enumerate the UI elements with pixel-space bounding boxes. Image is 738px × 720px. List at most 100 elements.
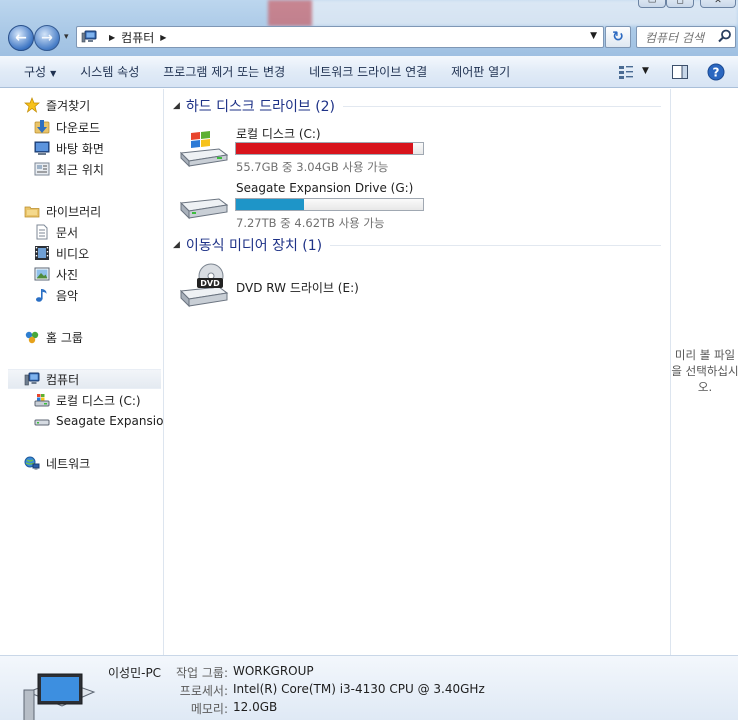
- homegroup-icon: [24, 329, 40, 345]
- breadcrumb-computer[interactable]: 컴퓨터: [121, 29, 154, 46]
- nav-downloads[interactable]: 다운로드: [34, 117, 100, 137]
- back-arrow-icon[interactable]: ←: [8, 25, 34, 51]
- computer-icon: [24, 371, 40, 387]
- view-dropdown-icon[interactable]: ▼: [642, 66, 649, 76]
- preview-pane-icon[interactable]: [671, 63, 689, 81]
- drive-usage-bar: [235, 142, 424, 155]
- chevron-down-icon: ▼: [50, 69, 57, 78]
- dvd-icon: DVD: [179, 263, 229, 308]
- nav-videos[interactable]: 비디오: [34, 243, 89, 263]
- nav-music[interactable]: 음악: [34, 285, 78, 305]
- nav-seagate-label: Seagate Expansion I: [56, 414, 164, 428]
- preview-placeholder: 미리 볼 파일을 선택하십시오.: [671, 348, 738, 394]
- nav-network-label: 네트워크: [46, 456, 91, 471]
- downloads-folder-icon: [34, 119, 50, 135]
- processor-value: Intel(R) Core(TM) i3-4130 CPU @ 3.40GHz: [233, 682, 485, 696]
- command-bar: 구성 ▼ 시스템 속성 프로그램 제거 또는 변경 네트워크 드라이브 연결 제어…: [0, 56, 738, 88]
- maximize-button[interactable]: ◻: [666, 0, 694, 8]
- dvd-icon-label: DVD: [200, 279, 220, 288]
- organize-label: 구성: [24, 65, 47, 79]
- memory-value: 12.0GB: [233, 700, 278, 714]
- drive-seagate-g[interactable]: Seagate Expansion Drive (G:) 7.27TB 중 4.…: [179, 181, 479, 231]
- drive-name: DVD RW 드라이브 (E:): [236, 281, 359, 295]
- computer-icon: [23, 673, 96, 720]
- refresh-icon[interactable]: ↻: [605, 26, 631, 48]
- search-icon[interactable]: [718, 29, 732, 43]
- windows-drive-icon: [179, 131, 229, 167]
- drive-dvd-e[interactable]: DVD DVD RW 드라이브 (E:): [179, 261, 479, 311]
- drive-usage-bar: [235, 198, 424, 211]
- collapse-icon[interactable]: ◢: [173, 240, 180, 250]
- preview-pane: 미리 볼 파일을 선택하십시오.: [670, 89, 738, 655]
- nav-pictures[interactable]: 사진: [34, 264, 78, 284]
- pc-name: 이성민-PC: [108, 666, 162, 680]
- minimize-button[interactable]: ▭: [638, 0, 666, 8]
- help-icon[interactable]: ?: [707, 63, 725, 81]
- group-divider: [330, 244, 661, 246]
- address-bar[interactable]: ▶ 컴퓨터 ▶ ▼: [76, 26, 604, 48]
- document-icon: [34, 224, 50, 240]
- nav-videos-label: 비디오: [56, 246, 90, 261]
- breadcrumb-arrow-icon[interactable]: ▶: [160, 33, 166, 42]
- nav-documents[interactable]: 문서: [34, 222, 78, 242]
- open-control-panel-button[interactable]: 제어판 열기: [439, 63, 522, 80]
- drive-name: Seagate Expansion Drive (G:): [236, 181, 414, 195]
- group-header-hdd[interactable]: ◢ 하드 디스크 드라이브 (2): [173, 95, 661, 117]
- workgroup-value: WORKGROUP: [233, 664, 314, 678]
- library-folder-icon: [24, 203, 40, 219]
- music-note-icon: [34, 287, 50, 303]
- address-dropdown-icon[interactable]: ▼: [590, 31, 597, 41]
- group-title-removable: 이동식 미디어 장치 (1): [185, 238, 323, 254]
- nav-recent[interactable]: 최근 위치: [34, 159, 104, 179]
- windows-drive-icon: [34, 392, 50, 408]
- title-bar: ▭ ◻ ✕ ← → ▾ ▶ 컴퓨터 ▶ ▼ ↻: [0, 0, 738, 56]
- nav-music-label: 음악: [56, 288, 79, 303]
- computer-icon: [81, 30, 97, 44]
- group-divider: [343, 105, 661, 107]
- details-pane: 이성민-PC 작업 그룹: WORKGROUP 프로세서: Intel(R) C…: [0, 655, 738, 720]
- forward-arrow-icon[interactable]: →: [34, 25, 60, 51]
- navigation-pane: 즐겨찾기 다운로드 바탕 화면 최근 위치 라이브러리 문서 비디오 사진 음악…: [0, 89, 164, 655]
- memory-label: 메모리:: [190, 702, 228, 716]
- nav-desktop-label: 바탕 화면: [56, 141, 104, 156]
- drive-usage-fill: [236, 199, 305, 210]
- collapse-icon[interactable]: ◢: [173, 101, 180, 111]
- nav-downloads-label: 다운로드: [56, 120, 101, 135]
- view-icon[interactable]: [617, 63, 635, 81]
- system-properties-button[interactable]: 시스템 속성: [68, 63, 151, 80]
- nav-documents-label: 문서: [56, 225, 79, 240]
- picture-icon: [34, 266, 50, 282]
- star-icon: [24, 97, 40, 113]
- uninstall-program-button[interactable]: 프로그램 제거 또는 변경: [151, 63, 297, 80]
- nav-recent-label: 최근 위치: [56, 162, 104, 177]
- nav-local-disk-label: 로컬 디스크 (C:): [56, 393, 141, 408]
- drive-free-space: 7.27TB 중 4.62TB 사용 가능: [236, 216, 385, 230]
- nav-homegroup-label: 홈 그룹: [46, 330, 83, 345]
- close-button[interactable]: ✕: [700, 0, 736, 8]
- workgroup-label: 작업 그룹:: [175, 666, 228, 680]
- nav-homegroup[interactable]: 홈 그룹: [24, 327, 83, 347]
- nav-desktop[interactable]: 바탕 화면: [34, 138, 104, 158]
- hdd-icon: [34, 413, 50, 429]
- nav-favorites[interactable]: 즐겨찾기: [24, 95, 90, 115]
- nav-libraries[interactable]: 라이브러리: [24, 201, 101, 221]
- map-network-drive-button[interactable]: 네트워크 드라이브 연결: [297, 63, 439, 80]
- nav-seagate-drive[interactable]: Seagate Expansion I: [34, 411, 164, 431]
- recent-places-icon: [34, 161, 50, 177]
- nav-local-disk[interactable]: 로컬 디스크 (C:): [34, 390, 141, 410]
- drive-name: 로컬 디스크 (C:): [236, 127, 321, 141]
- group-header-removable[interactable]: ◢ 이동식 미디어 장치 (1): [173, 234, 661, 256]
- drive-local-disk-c[interactable]: 로컬 디스크 (C:) 55.7GB 중 3.04GB 사용 가능: [179, 125, 479, 175]
- organize-button[interactable]: 구성 ▼: [0, 63, 68, 80]
- history-dropdown-icon[interactable]: ▾: [64, 32, 69, 42]
- drive-usage-fill: [236, 143, 413, 154]
- nav-pictures-label: 사진: [56, 267, 79, 282]
- breadcrumb-arrow-icon[interactable]: ▶: [109, 33, 115, 42]
- hdd-icon: [179, 198, 229, 220]
- group-title-hdd: 하드 디스크 드라이브 (2): [185, 99, 336, 115]
- nav-computer[interactable]: 컴퓨터: [8, 369, 161, 389]
- nav-favorites-label: 즐겨찾기: [46, 98, 91, 113]
- nav-network[interactable]: 네트워크: [24, 453, 90, 473]
- svg-text:?: ?: [713, 66, 720, 80]
- nav-computer-label: 컴퓨터: [46, 372, 80, 387]
